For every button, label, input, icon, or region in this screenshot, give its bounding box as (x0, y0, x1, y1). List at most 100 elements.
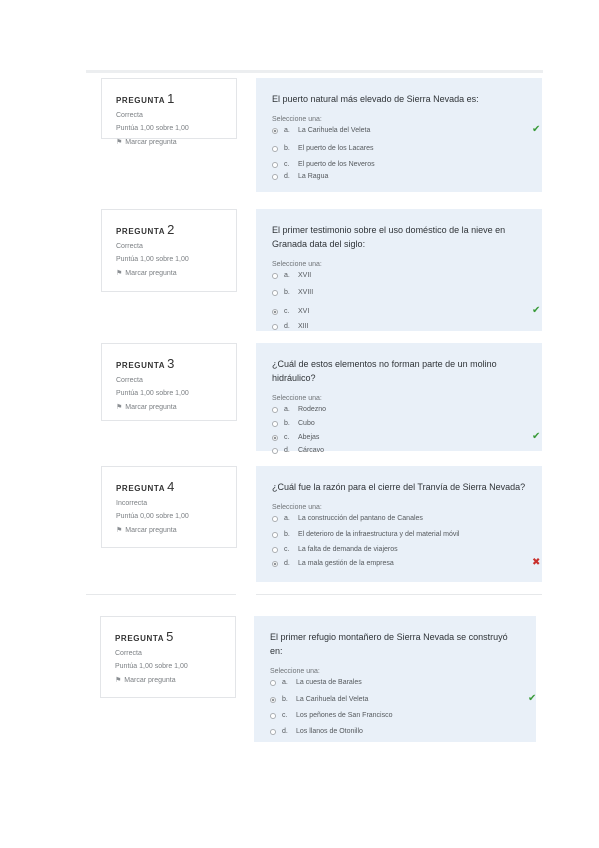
radio-button[interactable] (272, 546, 278, 553)
cross-icon: ✖ (532, 557, 541, 568)
radio-button[interactable] (272, 308, 278, 315)
radio-button[interactable] (272, 323, 278, 330)
answer-prompt: Seleccione una: (272, 261, 322, 268)
question-text: ¿Cuál fue la razón para el cierre del Tr… (272, 482, 526, 492)
radio-button[interactable] (272, 272, 278, 279)
option-text: La construcción del pantano de Canales (298, 515, 423, 522)
answer-option[interactable]: c. Los peñones de San Francisco (270, 711, 522, 720)
question-title: PREGUNTA 2 (116, 222, 222, 237)
radio-button[interactable] (272, 434, 278, 441)
option-letter: b. (284, 531, 290, 538)
flag-icon: ⚑ (115, 677, 122, 684)
answer-option[interactable]: d. La mala gestión de la empresa ✖ (272, 557, 540, 568)
question-label: PREGUNTA (116, 484, 166, 493)
radio-button[interactable] (272, 515, 278, 522)
flag-question-link[interactable]: ⚑ Marcar pregunta (116, 526, 222, 534)
radio-button[interactable] (272, 173, 278, 180)
answer-prompt: Seleccione una: (272, 116, 322, 123)
answer-option[interactable]: a. La cuesta de Barales (270, 678, 522, 687)
radio-button[interactable] (272, 289, 278, 296)
question-info-3: PREGUNTA 3 Correcta Puntúa 1,00 sobre 1,00 ⚑… (101, 343, 237, 421)
radio-button[interactable] (270, 712, 276, 719)
answer-option[interactable]: b. La Carihuela del Veleta ✔ (270, 693, 536, 704)
option-text: Cubo (298, 420, 315, 427)
section-divider (256, 594, 542, 595)
flag-question-link[interactable]: ⚑ Marcar pregunta (116, 269, 222, 277)
option-letter: c. (282, 712, 288, 719)
option-text: La falta de demanda de viajeros (298, 546, 398, 553)
radio-button[interactable] (270, 728, 276, 735)
question-number: 3 (167, 356, 175, 371)
answer-option[interactable]: c. Abejas ✔ (272, 431, 540, 442)
answer-option[interactable]: d. Cárcavo (272, 446, 528, 455)
option-letter: d. (284, 560, 290, 567)
section-divider (86, 594, 236, 595)
answer-list: a. XVII b. XVIII c. XVI ✔ d. XIII (272, 271, 540, 331)
option-letter: b. (282, 696, 288, 703)
question-grade: Puntúa 1,00 sobre 1,00 (116, 125, 189, 132)
option-text: XVII (298, 272, 312, 279)
flag-icon: ⚑ (116, 527, 123, 534)
question-info-1: PREGUNTA 1 Correcta Puntúa 1,00 sobre 1,00 ⚑… (101, 78, 237, 146)
radio-button[interactable] (272, 531, 278, 538)
question-content-5: El primer refugio montañero de Sierra Ne… (254, 616, 536, 742)
question-text: ¿Cuál de estos elementos no forman parte… (272, 359, 497, 383)
answer-option[interactable]: d. La Ragua (272, 172, 528, 181)
flag-question-link[interactable]: ⚑ Marcar pregunta (116, 403, 222, 411)
option-letter: a. (284, 515, 290, 522)
question-label: PREGUNTA (116, 361, 166, 370)
option-text: El puerto de los Neveros (298, 161, 375, 168)
radio-button[interactable] (272, 406, 278, 413)
top-divider (86, 70, 543, 73)
answer-option[interactable]: d. Los llanos de Otonillo (270, 727, 522, 736)
answer-option[interactable]: a. Rodezno (272, 405, 528, 414)
radio-button[interactable] (272, 420, 278, 427)
radio-button[interactable] (272, 127, 278, 134)
question-info-2: PREGUNTA 2 Correcta Puntúa 1,00 sobre 1,00 ⚑… (101, 209, 237, 292)
answer-option[interactable]: b. XVIII (272, 288, 528, 297)
option-text: La Ragua (298, 173, 329, 180)
answer-option[interactable]: c. La falta de demanda de viajeros (272, 545, 528, 554)
option-text: Abejas (298, 434, 320, 441)
radio-button[interactable] (272, 447, 278, 454)
answer-list: a. La Carihuela del Veleta ✔ b. El puerto de… (272, 124, 540, 181)
answer-option[interactable]: a. XVII (272, 271, 528, 280)
question-title: PREGUNTA 4 (116, 479, 222, 494)
flag-question-link[interactable]: ⚑ Marcar pregunta (115, 676, 221, 684)
answer-option[interactable]: b. El deterioro de la infraestructura y d… (272, 530, 528, 539)
answer-option[interactable]: c. El puerto de los Neveros (272, 160, 528, 169)
option-text: XVI (298, 308, 310, 315)
answer-option[interactable]: b. Cubo (272, 419, 528, 428)
answer-option[interactable]: b. El puerto de los Lacares (272, 144, 528, 153)
question-title: PREGUNTA 1 (116, 91, 222, 106)
radio-button[interactable] (272, 145, 278, 152)
option-letter: c. (284, 434, 290, 441)
question-title: PREGUNTA 3 (116, 356, 222, 371)
question-text: El puerto natural más elevado de Sierra … (272, 94, 479, 104)
option-letter: c. (284, 161, 290, 168)
radio-button[interactable] (270, 679, 276, 686)
answer-list: a. La cuesta de Barales b. La Carihuela del… (270, 678, 536, 736)
option-text: La Carihuela del Veleta (298, 127, 371, 134)
option-letter: d. (284, 173, 290, 180)
question-text: El primer refugio montañero de Sierra Ne… (270, 632, 508, 656)
question-state: Correcta (115, 650, 142, 657)
answer-option[interactable]: a. La Carihuela del Veleta ✔ (272, 124, 540, 135)
radio-button[interactable] (270, 696, 276, 703)
question-grade: Puntúa 1,00 sobre 1,00 (116, 390, 189, 397)
question-label: PREGUNTA (116, 96, 166, 105)
radio-button[interactable] (272, 161, 278, 168)
option-letter: a. (284, 127, 290, 134)
radio-button[interactable] (272, 560, 278, 567)
option-text: El deterioro de la infraestructura y del… (298, 531, 460, 538)
check-icon: ✔ (532, 305, 541, 316)
answer-option[interactable]: a. La construcción del pantano de Canales (272, 514, 528, 523)
flag-question-link[interactable]: ⚑ Marcar pregunta (116, 138, 222, 146)
question-label: PREGUNTA (115, 634, 165, 643)
question-number: 4 (167, 479, 175, 494)
answer-option[interactable]: d. XIII (272, 322, 528, 331)
option-letter: d. (284, 447, 290, 454)
question-grade: Puntúa 1,00 sobre 1,00 (115, 663, 188, 670)
answer-option[interactable]: c. XVI ✔ (272, 305, 540, 316)
question-state: Correcta (116, 377, 143, 384)
